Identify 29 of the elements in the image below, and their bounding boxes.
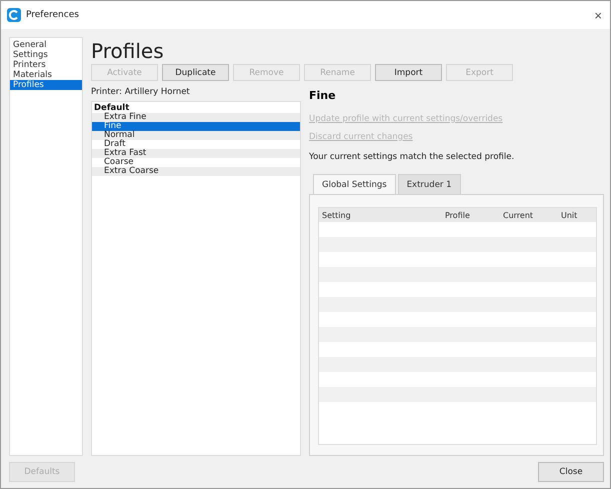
- status-message: Your current settings match the selected profile.: [309, 152, 514, 162]
- profile-item[interactable]: Extra Fine: [92, 113, 300, 122]
- tab[interactable]: Extruder 1: [398, 174, 461, 194]
- column-header: Unit: [560, 210, 578, 220]
- toolbar-button[interactable]: Duplicate: [162, 64, 229, 81]
- sidebar-item[interactable]: General: [10, 40, 82, 50]
- profile-item[interactable]: Coarse: [92, 158, 300, 167]
- column-header: Current: [502, 210, 534, 220]
- close-dialog-button[interactable]: Close: [538, 462, 604, 482]
- sidebar-item[interactable]: Materials: [10, 70, 82, 80]
- app-icon: [7, 8, 21, 22]
- profile-item[interactable]: Normal: [92, 131, 300, 140]
- window-title: Preferences: [26, 10, 79, 20]
- profile-title: Fine: [309, 89, 336, 102]
- profile-item[interactable]: Extra Fast: [92, 149, 300, 158]
- profile-item[interactable]: Extra Coarse: [92, 167, 300, 176]
- column-header: Profile: [444, 210, 471, 220]
- sidebar-item[interactable]: Printers: [10, 60, 82, 70]
- toolbar-button[interactable]: Import: [375, 64, 442, 81]
- page-heading: Profiles: [91, 39, 165, 63]
- column-header: Setting: [321, 210, 352, 220]
- close-button[interactable]: ×: [592, 8, 604, 22]
- tab[interactable]: Global Settings: [313, 174, 396, 194]
- profile-item[interactable]: Draft: [92, 140, 300, 149]
- sidebar-item[interactable]: Profiles: [10, 80, 82, 90]
- sidebar-item[interactable]: Settings: [10, 50, 82, 60]
- profile-item[interactable]: Fine: [92, 122, 300, 131]
- group-header: Default: [93, 104, 130, 113]
- printer-label: Printer: Artillery Hornet: [91, 87, 191, 99]
